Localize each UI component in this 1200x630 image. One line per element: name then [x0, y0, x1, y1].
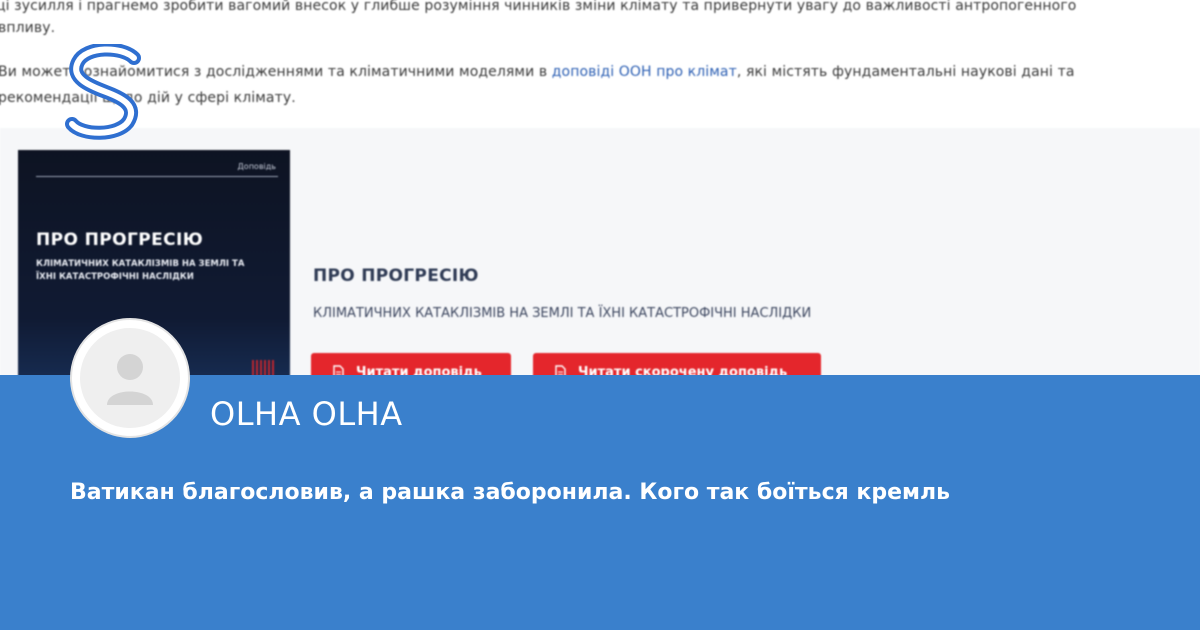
article-headline[interactable]: Ватикан благословив, а рашка заборонила.… — [70, 480, 950, 505]
author-avatar[interactable] — [70, 318, 190, 438]
article-text-line: ці зусилля і прагнемо зробити вагомий вн… — [0, 0, 1077, 14]
site-logo[interactable] — [64, 42, 144, 140]
cover-divider — [36, 176, 278, 177]
report-title: ПРО ПРОГРЕСІЮ — [313, 266, 479, 286]
cover-subtitle: КЛІМАТИЧНИХ КАТАКЛІЗМІВ НА ЗЕМЛІ ТА ЇХНІ… — [36, 259, 245, 282]
author-name[interactable]: OLHA OLHA — [210, 395, 403, 433]
report-subtitle: КЛІМАТИЧНИХ КАТАКЛІЗМІВ НА ЗЕМЛІ ТА ЇХНІ… — [313, 306, 812, 321]
cover-brand: Доповідь — [237, 162, 276, 171]
article-text: , які містять фундаментальні наукові дан… — [736, 64, 1075, 80]
article-text-line: впливу. — [0, 20, 56, 36]
user-avatar-icon — [80, 328, 180, 428]
share-card: ці зусилля і прагнемо зробити вагомий вн… — [0, 0, 1200, 630]
un-report-link[interactable]: доповіді ООН про клімат — [552, 64, 737, 80]
article-text-line: рекомендації щодо дій у сфері клімату. — [0, 90, 296, 106]
article-text-line: Ви можете ознайомитися з дослідженнями т… — [0, 64, 1198, 80]
cover-title: ПРО ПРОГРЕСІЮ — [36, 230, 204, 250]
